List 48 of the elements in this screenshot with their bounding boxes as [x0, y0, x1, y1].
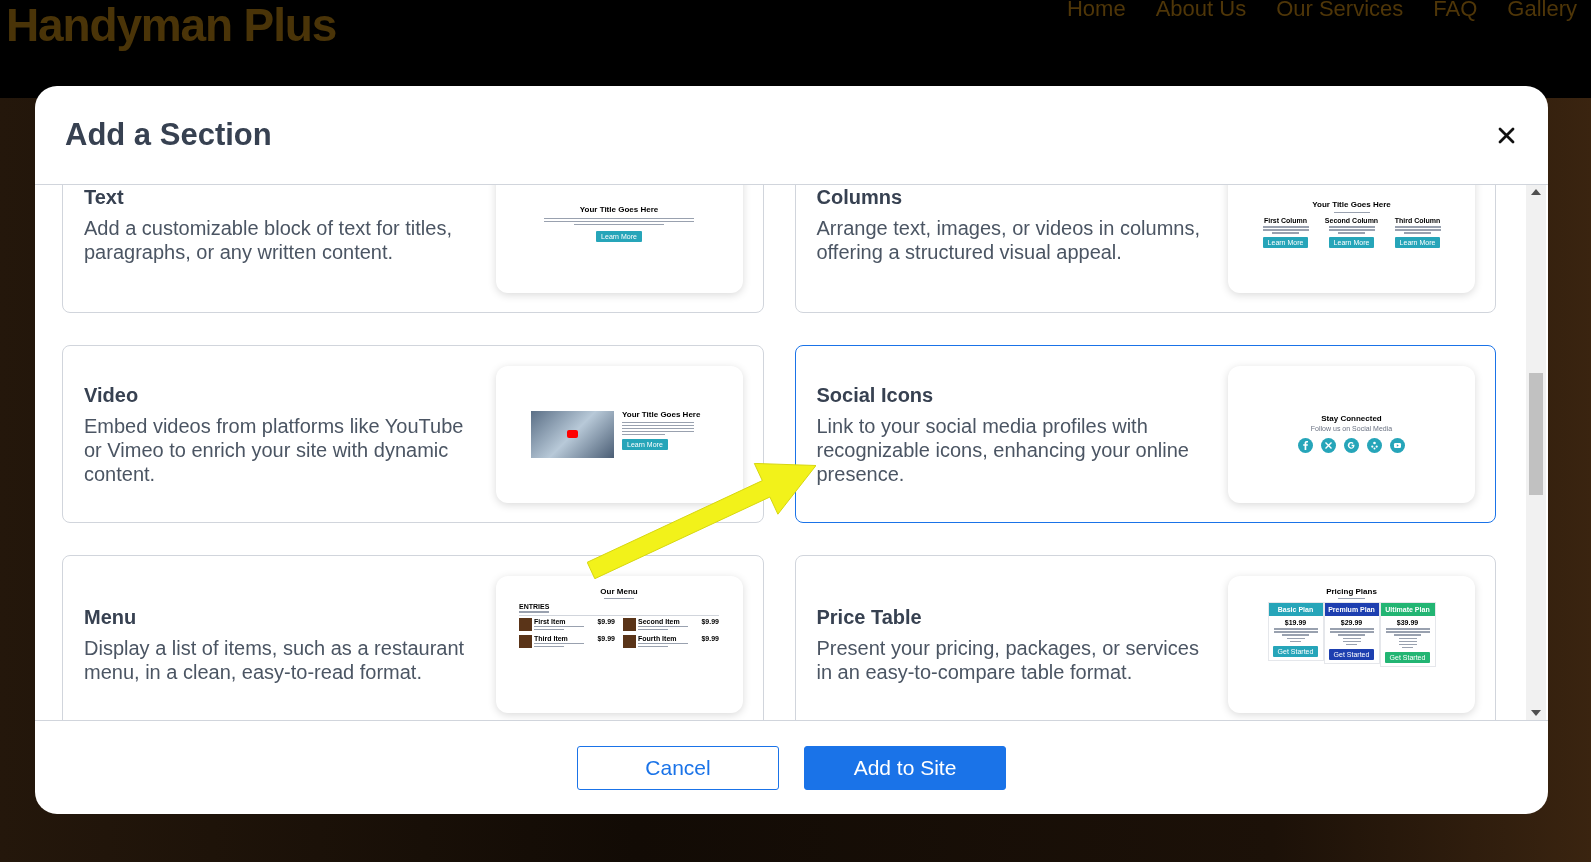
placeholder-text-lines — [534, 642, 584, 647]
section-description: Display a list of items, such as a restaurant menu, in a clean, easy-to-read format. — [84, 635, 466, 684]
section-title: Price Table — [816, 604, 923, 630]
section-title: Columns — [816, 185, 904, 210]
cancel-button[interactable]: Cancel — [577, 745, 779, 790]
preview-title: Your Title Goes Here — [579, 205, 659, 214]
food-photo-placeholder — [519, 617, 532, 631]
placeholder-text-lines — [1328, 226, 1375, 234]
food-photo-placeholder — [519, 634, 532, 648]
preview-title: Pricing Plans — [1326, 587, 1377, 596]
social-icon — [1344, 438, 1359, 453]
scroll-down-icon[interactable] — [1531, 710, 1541, 716]
scroll-up-icon[interactable] — [1531, 189, 1541, 195]
placeholder-text-lines — [638, 642, 688, 647]
section-description: Add a customizable block of text for titles, paragraphs, or any written content. — [84, 215, 453, 264]
preview-title: Stay Connected — [1321, 415, 1382, 423]
section-title: Menu — [84, 604, 138, 630]
placeholder-text-lines — [1394, 226, 1441, 234]
social-icon — [1390, 438, 1405, 453]
food-photo-placeholder — [623, 634, 636, 648]
preview-title: Our Menu — [600, 587, 638, 596]
play-icon — [567, 430, 578, 438]
preview-title: Your Title Goes Here — [622, 410, 701, 419]
scrollbar-thumb[interactable] — [1529, 373, 1543, 495]
placeholder-text-lines — [622, 421, 694, 435]
scrollbar[interactable] — [1526, 185, 1546, 720]
close-icon[interactable] — [1498, 126, 1515, 144]
placeholder-text-lines — [1338, 597, 1365, 599]
placeholder-text-lines — [604, 597, 634, 599]
placeholder-text-lines — [1333, 211, 1370, 213]
social-icon — [1367, 438, 1382, 453]
add-to-site-button[interactable]: Add to Site — [804, 745, 1006, 790]
placeholder-text-lines — [1262, 226, 1309, 234]
dialog-title: Add a Section — [65, 115, 272, 154]
section-description: Arrange text, images, or videos in columns, offering a structured visual appeal. — [816, 215, 1201, 264]
placeholder-text-lines — [534, 625, 584, 630]
section-description: Link to your social media profiles with recognizable icons, enhancing your online presence. — [816, 413, 1190, 486]
section-description: Present your pricing, packages, or services in an easy-to-compare table format. — [816, 635, 1200, 684]
food-photo-placeholder — [623, 617, 636, 631]
preview-title: Your Title Goes Here — [1312, 200, 1391, 209]
section-description: Embed videos from platforms like YouTube or Vimeo to enrich your site with dynamic content. — [84, 413, 465, 486]
section-title: Text — [84, 185, 125, 210]
placeholder-text-lines — [638, 625, 688, 630]
section-title: Video — [84, 382, 140, 408]
placeholder-text-lines — [519, 611, 549, 613]
social-icon — [1321, 438, 1336, 453]
section-title: Social Icons — [816, 382, 935, 408]
social-icon — [1298, 438, 1313, 453]
